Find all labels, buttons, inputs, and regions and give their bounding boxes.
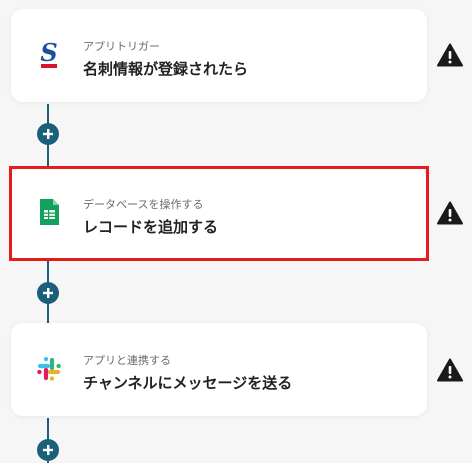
warning-icon[interactable] xyxy=(437,43,463,67)
plus-icon xyxy=(43,445,53,455)
plus-icon xyxy=(43,129,53,139)
sansan-logo-icon: S xyxy=(36,38,62,70)
step-card-slack[interactable]: アプリと連携する チャンネルにメッセージを送る xyxy=(11,323,427,416)
step-subtitle: データベースを操作する xyxy=(83,198,204,211)
step-title: 名刺情報が登録されたら xyxy=(83,60,249,78)
svg-text:S: S xyxy=(40,40,57,67)
slack-icon xyxy=(36,356,62,386)
step-title: チャンネルにメッセージを送る xyxy=(83,374,293,392)
add-step-button[interactable] xyxy=(37,123,59,145)
plus-icon xyxy=(43,288,53,298)
google-sheets-icon xyxy=(36,197,62,227)
step-card-trigger[interactable]: S アプリトリガー 名刺情報が登録されたら xyxy=(11,9,427,102)
warning-icon[interactable] xyxy=(437,358,463,382)
step-card-database[interactable]: データベースを操作する レコードを追加する xyxy=(11,167,427,260)
warning-icon[interactable] xyxy=(437,201,463,225)
step-subtitle: アプリトリガー xyxy=(83,40,160,53)
step-subtitle: アプリと連携する xyxy=(83,354,171,367)
add-step-button[interactable] xyxy=(37,282,59,304)
step-title: レコードを追加する xyxy=(83,218,219,236)
add-step-button[interactable] xyxy=(37,439,59,461)
